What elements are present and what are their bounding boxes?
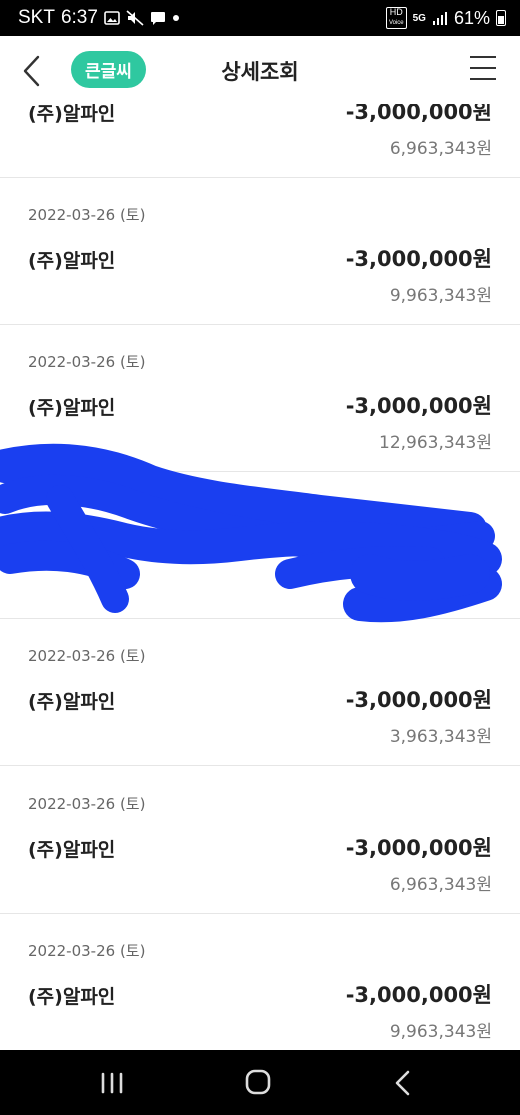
app-header: 큰글씨 상세조회 — [0, 36, 520, 104]
page-title: 상세조회 — [221, 60, 299, 84]
recents-icon — [101, 1072, 123, 1094]
transaction-name: (주)알파인 — [28, 986, 116, 1008]
transaction-date: 2022-03-26 (토) — [28, 647, 146, 665]
menu-button[interactable] — [470, 56, 496, 80]
transaction-name: (주)알파인 — [28, 691, 116, 713]
hamburger-menu-icon — [470, 56, 496, 58]
transaction-balance: 12,963,343원 — [379, 433, 492, 453]
transaction-amount: -3,000,000원 — [345, 983, 492, 1007]
home-button[interactable] — [238, 1066, 278, 1100]
list-item[interactable]: 2022-03-26 (토) (주)알파인 -3,000,000원 6,963,… — [0, 767, 520, 914]
carrier-label: SKT — [18, 7, 55, 28]
transaction-date: 2022-03-26 (토) — [28, 795, 146, 813]
transaction-amount: -3,000,000원 — [345, 104, 492, 124]
signal-icon — [432, 10, 448, 26]
transaction-name: (주)알파인 — [28, 104, 116, 125]
home-icon — [245, 1069, 271, 1095]
transaction-name: (주)알파인 — [28, 250, 116, 272]
transaction-date: 2022-03-26 (토) — [28, 942, 146, 960]
notification-dot-icon — [172, 14, 180, 22]
transaction-amount: -3,000,000원 — [345, 394, 492, 418]
status-bar: SKT 6:37 HD Voice 5G 61% — [0, 0, 520, 36]
transaction-date: 2022-03-26 (토) — [28, 353, 146, 371]
transaction-balance: 6,963,343원 — [389, 875, 492, 895]
clock: 6:37 — [60, 7, 98, 28]
transaction-amount: -3,000,000원 — [345, 688, 492, 712]
recents-button[interactable] — [92, 1066, 132, 1100]
back-icon — [395, 1070, 410, 1096]
list-item[interactable]: 2022-03-26 (토) (주)알파인 -3,000,000원 9,963,… — [0, 178, 520, 325]
message-icon — [150, 11, 166, 25]
transaction-balance: 9,963,343원 — [389, 1022, 492, 1042]
transaction-amount: -3,000,000원 — [345, 836, 492, 860]
nav-back-button[interactable] — [384, 1066, 424, 1100]
transaction-amount: -3,000,000원 — [345, 247, 492, 271]
list-item[interactable]: 2022-03-26 (토) (주)알파인 -3,000,000원 3,963,… — [0, 619, 520, 766]
transaction-list: (주)알파인 -3,000,000원 6,963,343원 2022-03-26… — [0, 104, 520, 1050]
battery-percent: 61% — [453, 7, 490, 28]
hd-voice-icon: HD Voice — [385, 7, 407, 29]
mute-icon — [126, 10, 144, 26]
list-item[interactable] — [0, 472, 520, 619]
transaction-balance: 6,963,343원 — [389, 139, 492, 159]
transaction-name: (주)알파인 — [28, 839, 116, 861]
battery-icon — [496, 10, 506, 26]
transaction-name: (주)알파인 — [28, 397, 116, 419]
gallery-icon — [104, 11, 120, 25]
network-5g-icon: 5G — [412, 12, 426, 24]
list-item[interactable]: (주)알파인 -3,000,000원 6,963,343원 — [0, 104, 520, 178]
transaction-date: 2022-03-26 (토) — [28, 206, 146, 224]
list-item[interactable]: 2022-03-26 (토) (주)알파인 -3,000,000원 9,963,… — [0, 914, 520, 1050]
transaction-balance: 3,963,343원 — [389, 727, 492, 747]
system-nav-bar — [0, 1050, 520, 1115]
transaction-balance: 9,963,343원 — [389, 286, 492, 306]
list-item[interactable]: 2022-03-26 (토) (주)알파인 -3,000,000원 12,963… — [0, 325, 520, 472]
